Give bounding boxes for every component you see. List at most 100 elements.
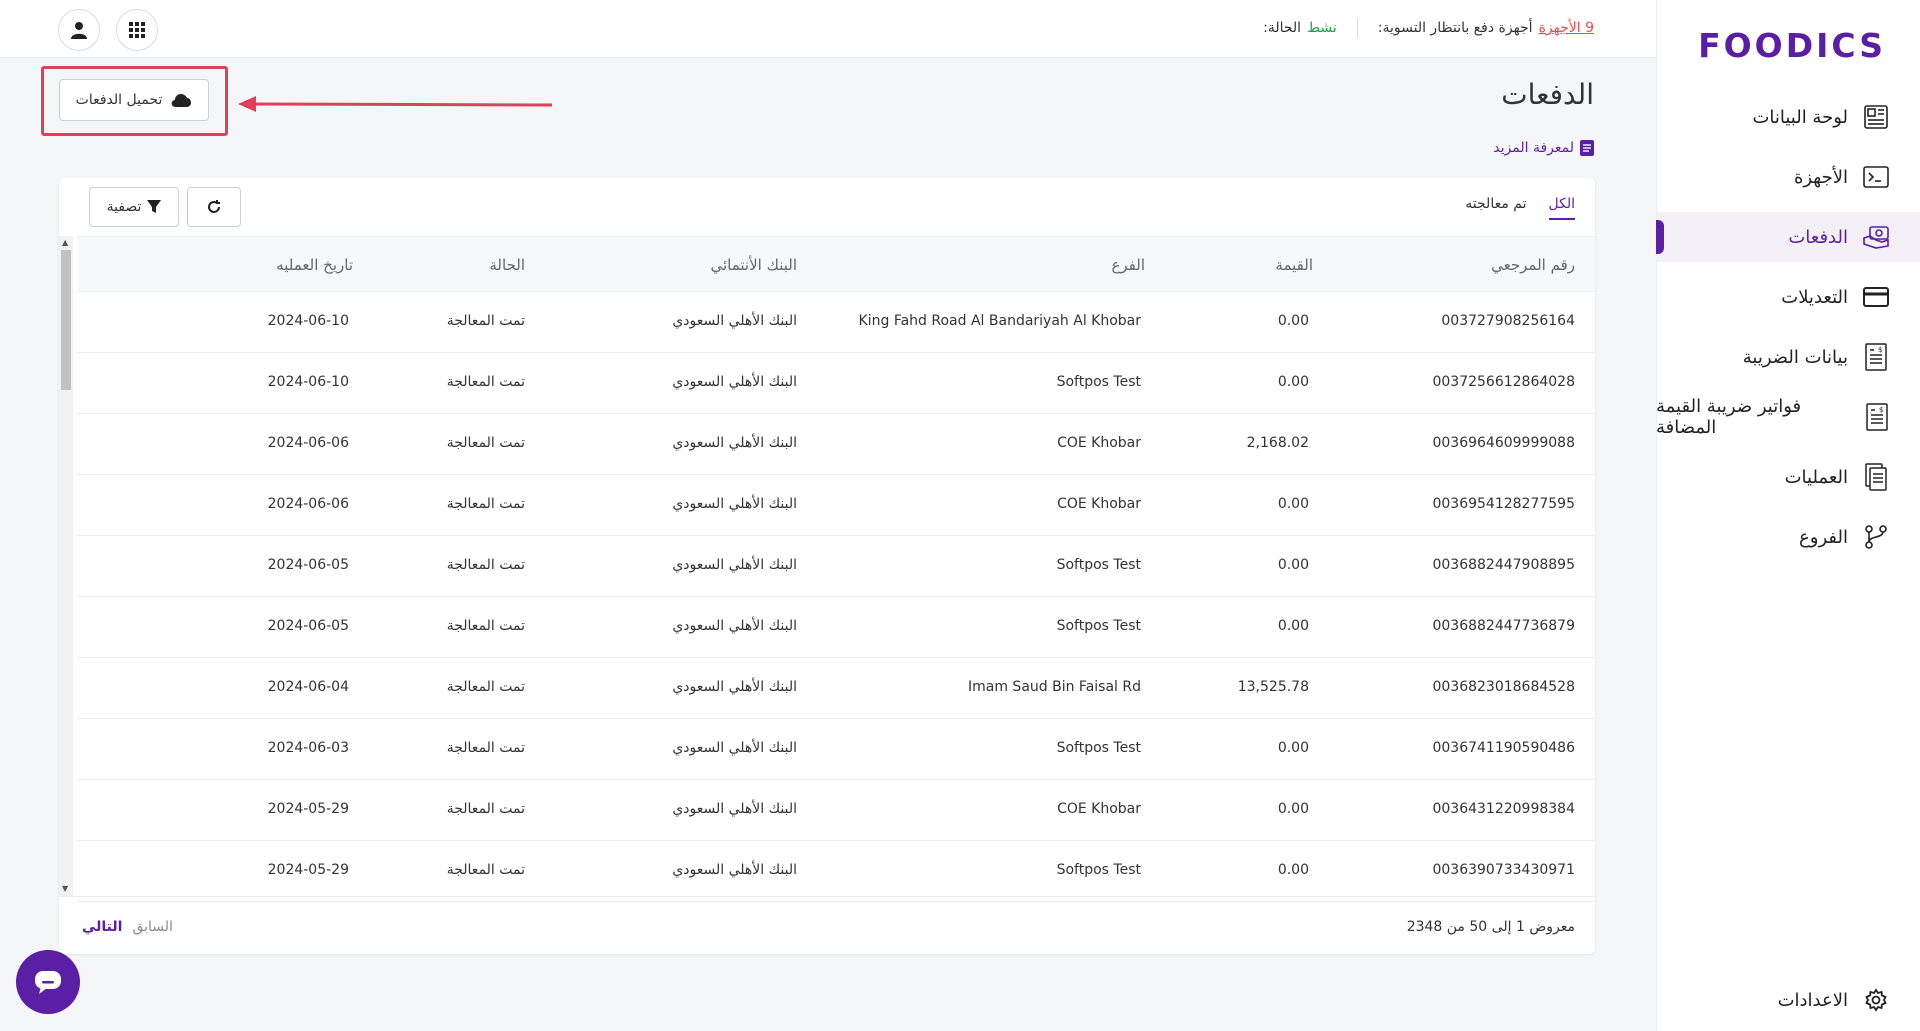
table-row[interactable]: 0036431220998384 0.00 COE Khobar البنك ا… bbox=[77, 780, 1595, 841]
settings-label: الاعدادات bbox=[1777, 989, 1848, 1011]
status-tabs: الكل تم معالجته bbox=[1465, 196, 1575, 220]
cell-status: تمت المعالجة bbox=[446, 496, 525, 512]
cell-status: تمت المعالجة bbox=[446, 313, 525, 329]
status-value: نشط bbox=[1307, 20, 1337, 36]
svg-text:$: $ bbox=[1878, 346, 1882, 354]
learn-more-label: لمعرفة المزيد bbox=[1493, 140, 1574, 156]
sidebar-item-label: الأجهزة bbox=[1793, 166, 1848, 188]
filter-button[interactable]: تصفية bbox=[89, 187, 179, 227]
table-row[interactable]: 0036390733430971 0.00 Softpos Test البنك… bbox=[77, 841, 1595, 902]
table-header: رقم المرجعي القيمة الفرع البنك الأنتمائي… bbox=[77, 236, 1595, 292]
table-footer: معروض 1 إلى 50 من 2348 السابق التالي bbox=[59, 896, 1595, 954]
cell-branch: Imam Saud Bin Faisal Rd bbox=[968, 679, 1141, 695]
scrollbar-thumb[interactable] bbox=[61, 250, 71, 390]
cell-date: 2024-06-10 bbox=[267, 374, 349, 390]
sidebar-item-label: فواتير ضريبة القيمة المضافة bbox=[1656, 396, 1802, 438]
tab-all[interactable]: الكل bbox=[1548, 196, 1575, 220]
scroll-up-icon[interactable]: ▲ bbox=[62, 238, 68, 247]
cell-amount: 0.00 bbox=[1277, 862, 1309, 878]
branches-icon bbox=[1862, 523, 1890, 551]
cell-amount: 0.00 bbox=[1277, 313, 1309, 329]
cell-bank: البنك الأهلي السعودي bbox=[672, 740, 797, 756]
cell-amount: 0.00 bbox=[1277, 496, 1309, 512]
sidebar-item-tax-data[interactable]: $ بيانات الضريبة bbox=[1656, 332, 1920, 382]
cell-date: 2024-06-06 bbox=[267, 435, 349, 451]
table-row[interactable]: 0037256612864028 0.00 Softpos Test البنك… bbox=[77, 353, 1595, 414]
sidebar: FOODICS لوحة البيانات الأجهزة الدفعات ال… bbox=[1656, 0, 1920, 1031]
cell-date: 2024-05-29 bbox=[267, 862, 349, 878]
cell-date: 2024-06-10 bbox=[267, 313, 349, 329]
cell-date: 2024-06-03 bbox=[267, 740, 349, 756]
filter-label: تصفية bbox=[106, 199, 142, 215]
cell-branch: Softpos Test bbox=[1056, 618, 1141, 634]
sidebar-item-adjustments[interactable]: التعديلات bbox=[1656, 272, 1920, 322]
sidebar-item-branches[interactable]: الفروع bbox=[1656, 512, 1920, 562]
cell-bank: البنك الأهلي السعودي bbox=[672, 557, 797, 573]
status-divider bbox=[1356, 18, 1358, 38]
column-header-reference[interactable]: رقم المرجعي bbox=[1491, 256, 1575, 274]
refresh-icon bbox=[208, 200, 220, 213]
table-row[interactable]: 0036741190590486 0.00 Softpos Test البنك… bbox=[77, 719, 1595, 780]
sidebar-item-label: العمليات bbox=[1784, 466, 1848, 488]
column-header-branch[interactable]: الفرع bbox=[1111, 256, 1145, 274]
cell-amount: 0.00 bbox=[1277, 740, 1309, 756]
cell-date: 2024-06-05 bbox=[267, 618, 349, 634]
scroll-down-icon[interactable]: ▼ bbox=[62, 884, 68, 893]
cell-reference: 0037256612864028 bbox=[1432, 374, 1575, 390]
cell-status: تمت المعالجة bbox=[446, 862, 525, 878]
table-row[interactable]: 0036964609999088 2,168.02 COE Khobar الب… bbox=[77, 414, 1595, 475]
sidebar-item-transactions[interactable]: العمليات bbox=[1656, 452, 1920, 502]
sidebar-item-payments[interactable]: الدفعات bbox=[1656, 212, 1920, 262]
cell-status: تمت المعالجة bbox=[446, 740, 525, 756]
svg-text:$: $ bbox=[1879, 406, 1883, 414]
next-page-button[interactable]: التالي bbox=[82, 919, 122, 935]
table-row[interactable]: 0036882447736879 0.00 Softpos Test البنك… bbox=[77, 597, 1595, 658]
cell-reference: 0036431220998384 bbox=[1432, 801, 1575, 817]
terminal-icon bbox=[1862, 163, 1890, 191]
sidebar-item-vat-invoices[interactable]: $ فواتير ضريبة القيمة المضافة bbox=[1656, 392, 1920, 442]
foodics-logo[interactable]: FOODICS bbox=[1698, 26, 1886, 65]
payments-table-card: الكل تم معالجته تصفية ▲ ▼ رقم المرجعي ال… bbox=[59, 178, 1595, 954]
sidebar-item-devices[interactable]: الأجهزة bbox=[1656, 152, 1920, 202]
download-payments-button[interactable]: تحميل الدفعات bbox=[59, 79, 209, 121]
column-header-bank[interactable]: البنك الأنتمائي bbox=[710, 256, 797, 274]
refresh-button[interactable] bbox=[187, 187, 241, 227]
gear-icon bbox=[1862, 986, 1890, 1014]
cell-reference: 0036882447908895 bbox=[1432, 557, 1575, 573]
learn-more-link[interactable]: لمعرفة المزيد bbox=[1493, 140, 1594, 156]
column-header-status[interactable]: الحالة bbox=[489, 256, 525, 274]
cell-reference: 0036741190590486 bbox=[1432, 740, 1575, 756]
support-chat-button[interactable] bbox=[16, 950, 80, 1014]
cell-bank: البنك الأهلي السعودي bbox=[672, 435, 797, 451]
table-scrollbar[interactable]: ▲ ▼ bbox=[59, 236, 73, 896]
cell-branch: Softpos Test bbox=[1056, 862, 1141, 878]
tab-processed[interactable]: تم معالجته bbox=[1465, 196, 1526, 220]
cell-branch: COE Khobar bbox=[1057, 801, 1141, 817]
table-row[interactable]: 0036823018684528 13,525.78 Imam Saud Bin… bbox=[77, 658, 1595, 719]
sidebar-item-settings[interactable]: الاعدادات bbox=[1656, 975, 1920, 1025]
column-header-amount[interactable]: القيمة bbox=[1275, 256, 1313, 274]
top-bar: الحالة: نشط أجهزة دفع بانتظار التسوية: 9… bbox=[0, 0, 1656, 58]
cell-amount: 0.00 bbox=[1277, 557, 1309, 573]
cell-bank: البنك الأهلي السعودي bbox=[672, 313, 797, 329]
apps-grid-button[interactable] bbox=[116, 9, 158, 51]
dashboard-icon bbox=[1862, 103, 1890, 131]
previous-page-button[interactable]: السابق bbox=[132, 919, 172, 935]
cell-amount: 0.00 bbox=[1277, 618, 1309, 634]
pagination-summary: معروض 1 إلى 50 من 2348 bbox=[1406, 919, 1575, 935]
table-row[interactable]: 0036954128277595 0.00 COE Khobar البنك ا… bbox=[77, 475, 1595, 536]
user-account-button[interactable] bbox=[58, 9, 100, 51]
cell-status: تمت المعالجة bbox=[446, 801, 525, 817]
cell-date: 2024-06-05 bbox=[267, 557, 349, 573]
transactions-icon bbox=[1862, 463, 1890, 491]
sidebar-item-label: الفروع bbox=[1799, 526, 1848, 548]
cell-reference: 0036954128277595 bbox=[1432, 496, 1575, 512]
column-header-date[interactable]: تاريخ العمليه bbox=[276, 256, 353, 274]
table-row[interactable]: 003727908256164 0.00 King Fahd Road Al B… bbox=[77, 292, 1595, 353]
cell-bank: البنك الأهلي السعودي bbox=[672, 679, 797, 695]
cell-reference: 0036964609999088 bbox=[1432, 435, 1575, 451]
table-row[interactable]: 0036882447908895 0.00 Softpos Test البنك… bbox=[77, 536, 1595, 597]
pending-devices-link[interactable]: 9 الأجهزة bbox=[1539, 20, 1594, 36]
annotation-arrow-icon bbox=[238, 96, 553, 112]
sidebar-item-dashboard[interactable]: لوحة البيانات bbox=[1656, 92, 1920, 142]
